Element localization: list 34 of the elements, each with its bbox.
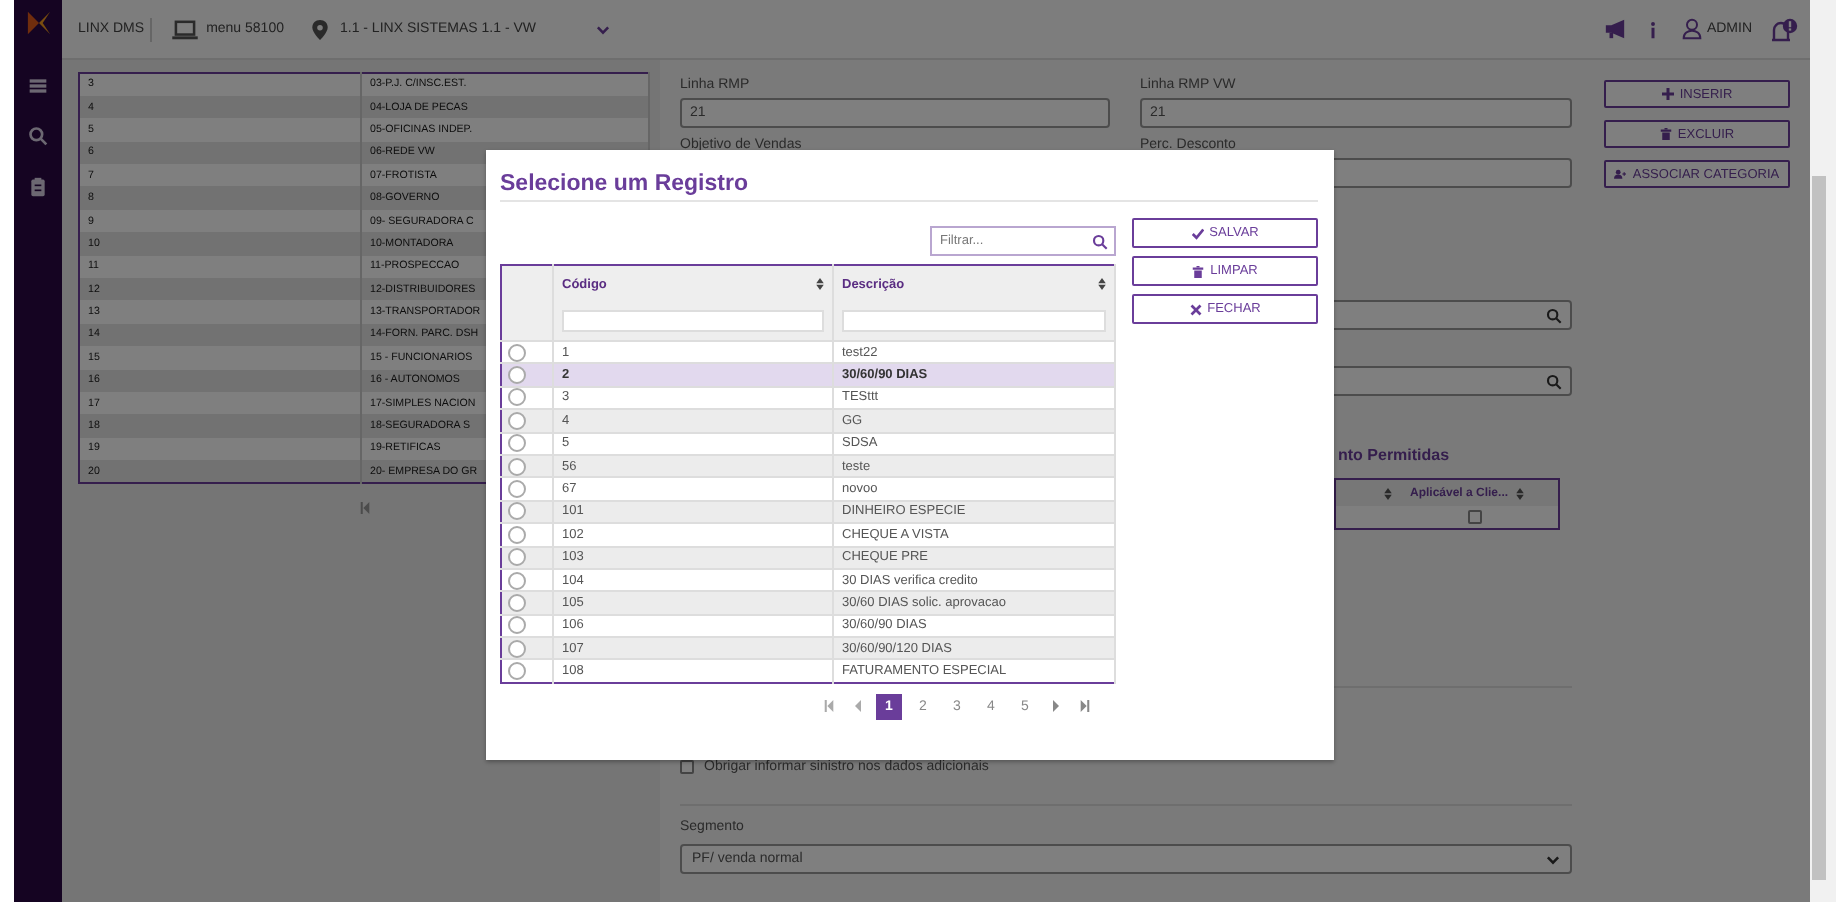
section-title: nto Permitidas xyxy=(1338,446,1452,468)
checkbox[interactable] xyxy=(1468,510,1482,524)
next-page-icon[interactable] xyxy=(1052,700,1060,713)
search-icon[interactable] xyxy=(1546,307,1562,323)
previous-page-icon[interactable] xyxy=(854,700,862,713)
user-icon[interactable] xyxy=(1682,18,1703,40)
first-page-icon[interactable] xyxy=(359,502,369,515)
search-icon[interactable] xyxy=(1092,233,1108,249)
column-filter-field[interactable] xyxy=(562,310,824,333)
bell-icon[interactable] xyxy=(1768,17,1798,41)
info-icon[interactable] xyxy=(1650,19,1657,39)
trash-icon xyxy=(1192,265,1205,277)
user-plus-icon xyxy=(1614,168,1627,180)
menu-icon[interactable] xyxy=(28,76,48,96)
megaphone-icon[interactable] xyxy=(1604,18,1627,40)
clipboard-icon[interactable] xyxy=(28,176,48,198)
search-icon[interactable] xyxy=(28,126,48,146)
plus-icon xyxy=(1661,88,1674,100)
chevron-down-icon xyxy=(1546,853,1560,865)
last-page-icon[interactable] xyxy=(1080,700,1090,713)
trash-icon xyxy=(1659,128,1672,140)
chevron-down-icon[interactable] xyxy=(595,23,610,35)
check-icon xyxy=(1191,227,1204,239)
sort-icon[interactable] xyxy=(1098,278,1106,291)
laptop-icon xyxy=(172,19,199,39)
location-pin-icon xyxy=(311,19,328,39)
column-filter-field[interactable] xyxy=(842,310,1106,333)
first-page-icon[interactable] xyxy=(824,700,834,713)
close-icon xyxy=(1189,303,1202,315)
scrollbar-thumb[interactable] xyxy=(1812,176,1826,880)
checkbox[interactable] xyxy=(680,760,694,774)
logo-icon xyxy=(25,10,51,36)
search-icon[interactable] xyxy=(1546,373,1562,389)
sort-icon[interactable] xyxy=(816,278,824,291)
